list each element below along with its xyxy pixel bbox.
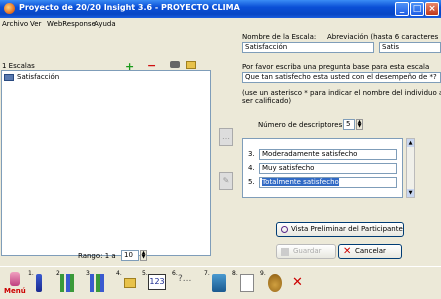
single-person-icon (36, 274, 42, 292)
rango-spinner[interactable]: ▲ ▼ (140, 250, 147, 261)
descriptors-list: 3. Moderadamente satisfecho 4. Muy satis… (242, 138, 403, 198)
app-logo-icon (4, 3, 15, 14)
tool-step-7[interactable]: 7. (204, 270, 228, 296)
descriptor-input[interactable]: Muy satisfecho (259, 163, 397, 174)
bottom-toolbar: Menú 1. 2. 3. 4. 5. 123 6. ?... 7. 8. 9.… (0, 266, 441, 299)
scale-name-label: Nombre de la Escala: (242, 33, 317, 41)
descriptor-number: 5. (248, 178, 255, 186)
menu-tool-button[interactable]: Menú (4, 270, 26, 296)
step-number: 8. (232, 270, 238, 277)
descriptors-count-input[interactable]: 5 (343, 119, 355, 130)
exit-x-icon: ✕ (292, 275, 303, 290)
scale-detail-pane: Nombre de la Escala: Abreviación (hasta … (238, 31, 441, 266)
list-item[interactable]: Satisfacción (4, 73, 59, 83)
group-icon (60, 274, 76, 292)
edit-button[interactable]: ✎ (219, 172, 233, 190)
abbreviation-field[interactable]: Satis (379, 42, 441, 53)
magnifier-icon (281, 226, 288, 233)
scroll-up-icon[interactable]: ▲ (407, 139, 414, 147)
scale-name-field[interactable]: Satisfacción (242, 42, 374, 53)
step-number: 5. (142, 270, 148, 277)
tool-step-4[interactable]: 4. (116, 270, 138, 296)
step-number: 7. (204, 270, 210, 277)
descriptor-row: 5. Totalmente satisfecho (243, 177, 402, 188)
title-bar: Proyecto de 20/20 Insight 3.6 - PROYECTO… (0, 0, 441, 18)
cancel-x-icon: ✕ (343, 246, 352, 257)
tool-step-9[interactable]: 9. (260, 270, 284, 296)
app-window: Proyecto de 20/20 Insight 3.6 - PROYECTO… (0, 0, 441, 299)
question-icon: ?... (178, 274, 192, 284)
descriptors-scrollbar[interactable]: ▲ ▼ (406, 138, 415, 198)
menu-bar: Archivo Ver WebResponse Ayuda (0, 18, 441, 30)
preview-participant-label: Vista Preliminar del Participante (291, 225, 403, 233)
save-button[interactable]: Guardar (276, 244, 336, 259)
minimize-button[interactable]: _ (395, 2, 409, 16)
tool-step-2[interactable]: 2. (56, 270, 82, 296)
scales-pane: 1 Escalas + − Satisfacción Rango: 1 a 10… (0, 31, 212, 266)
question-prompt: Por favor escriba una pregunta base para… (242, 63, 430, 71)
step-number: 6. (172, 270, 178, 277)
asterisk-note-line2: ser calificado) (242, 97, 292, 105)
rango-input[interactable]: 10 (121, 250, 139, 261)
menu-tool-label: Menú (4, 287, 26, 295)
document-icon (240, 274, 254, 292)
window-title: Proyecto de 20/20 Insight 3.6 - PROYECTO… (19, 3, 240, 12)
save-label: Guardar (293, 247, 322, 255)
side-button-bar: … ✎ (214, 32, 236, 266)
descriptor-number: 4. (248, 164, 255, 172)
step-number: 9. (260, 270, 266, 277)
menu-ver[interactable]: Ver (30, 20, 41, 28)
descriptors-count-label: Número de descriptores: (258, 121, 345, 129)
selected-text: Totalmente satisfecho (262, 178, 339, 186)
menu-ayuda[interactable]: Ayuda (94, 20, 116, 28)
relationship-icon (90, 274, 106, 292)
descriptor-row: 4. Muy satisfecho (243, 163, 402, 174)
step-number: 1. (28, 270, 34, 277)
descriptor-input[interactable]: Moderadamente satisfecho (259, 149, 397, 160)
medal-icon (268, 274, 282, 292)
ellipsis-button[interactable]: … (219, 128, 233, 146)
descriptors-spinner[interactable]: ▲ ▼ (356, 119, 363, 130)
save-icon (281, 248, 289, 256)
tool-step-5[interactable]: 5. 123 (142, 270, 168, 296)
descriptor-input-selected[interactable]: Totalmente satisfecho (259, 177, 397, 188)
close-window-button[interactable]: × (425, 2, 439, 16)
maximize-button[interactable]: □ (410, 2, 424, 16)
rango-label: Rango: 1 a (78, 252, 116, 260)
folder-icon[interactable] (186, 61, 196, 69)
tool-step-1[interactable]: 1. (28, 270, 50, 296)
scales-list: Satisfacción (1, 70, 211, 256)
menu-figure-icon (10, 272, 20, 286)
asterisk-note-line1: (use un asterisco * para indicar el nomb… (242, 89, 441, 97)
cancel-label: Cancelar (355, 247, 386, 255)
print-icon[interactable] (170, 61, 180, 68)
scroll-down-icon[interactable]: ▼ (407, 189, 414, 197)
menu-webresponse[interactable]: WebResponse (47, 20, 96, 28)
list-item-label: Satisfacción (17, 73, 60, 81)
menu-archivo[interactable]: Archivo (2, 20, 28, 28)
tool-step-3[interactable]: 3. (86, 270, 112, 296)
exit-button[interactable]: ✕ (290, 270, 306, 296)
tool-step-6[interactable]: 6. ?... (172, 270, 200, 296)
scale-icon (4, 73, 14, 81)
tool-step-8[interactable]: 8. (232, 270, 256, 296)
step-number: 4. (116, 270, 122, 277)
preview-participant-button[interactable]: Vista Preliminar del Participante (276, 222, 404, 237)
cancel-button[interactable]: ✕ Cancelar (338, 244, 402, 259)
question-field[interactable]: Que tan satisfecho esta usted con el des… (242, 72, 441, 83)
scales-header: 1 Escalas (0, 58, 212, 70)
descriptor-row: 3. Moderadamente satisfecho (243, 149, 402, 160)
abbreviation-label: Abreviación (hasta 6 caracteres (327, 33, 439, 41)
scales-count-label: 1 Escalas (2, 62, 35, 70)
descriptor-number: 3. (248, 150, 255, 158)
folder-icon (124, 278, 136, 288)
chart-icon (212, 274, 226, 292)
numeric-scale-icon: 123 (148, 274, 166, 290)
